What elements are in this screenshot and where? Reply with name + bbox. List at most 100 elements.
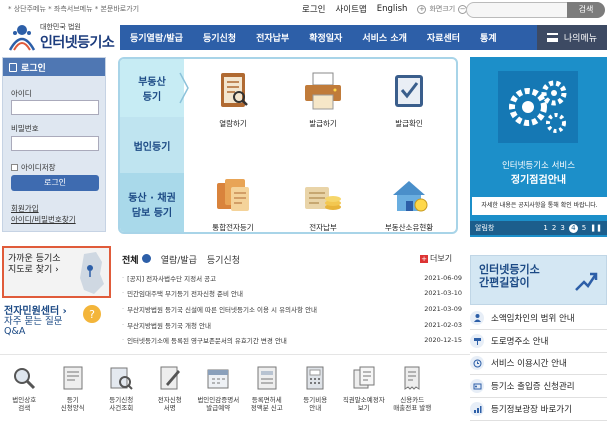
search-button[interactable]: 검색 [567,2,605,18]
nav-item-payment[interactable]: 전자납부 [246,31,299,44]
more-label: 더보기 [430,254,453,263]
notice-title[interactable]: 부산지방법원 등기국 신설에 따른 인터넷등기소 이용 시 유의사항 안내 [127,304,412,314]
notice-item[interactable]: · 인터넷등기소에 등록된 영구보존문서의 유효기간 변경 안내 2020-12-1… [122,332,462,348]
nav-item-fixed-date[interactable]: 확정일자 [299,31,352,44]
checkbox-icon[interactable] [11,164,18,171]
page-dot[interactable]: 3 [560,224,564,232]
category-label: 법인등기 [133,141,171,153]
nav-item-resources[interactable]: 자료센터 [417,31,470,44]
nav-item-view-issue[interactable]: 등기열람/발급 [120,31,193,44]
tab-all[interactable]: 전체 [122,253,151,266]
folders-icon [217,179,249,211]
guide-banner[interactable]: 인터넷등기소 간편길잡이 [470,255,607,305]
notice-item[interactable]: · 부산지방법원 등기국 개청 안내 2021-02-03 [122,317,462,333]
more-link[interactable]: + 더보기 [420,253,452,264]
signup-link[interactable]: 회원가입 [11,203,76,214]
service-e-payment[interactable]: 전자납부 [288,173,358,232]
service-banner[interactable]: 인터넷등기소 서비스 정기점검안내 자세한 내용은 공지사항을 통해 확인 바랍… [470,57,607,237]
quick-link-hours[interactable]: 서비스 이용시간 안내 [470,353,607,376]
login-button[interactable]: 로그인 [11,175,99,191]
shortcut-label: 신청양식 [60,404,85,412]
skip-links[interactable]: * 상단주메뉴 * 좌측서브메뉴 * 본문바로가기 [8,4,139,14]
service-label: 부동산소유현황 [384,223,434,232]
utility-links: 로그인 사이트맵 English + 화면크기 − [302,3,468,15]
password-field[interactable] [11,136,99,151]
nearby-line2: 지도로 찾기 › [8,265,59,275]
notice-title[interactable]: 민간임대주택 부기등기 전자신청 준비 안내 [127,288,412,298]
shortcut-label: 매출전표 발행 [393,404,432,412]
service-verify[interactable]: 발급확인 [374,69,444,129]
notice-title[interactable]: [공지] 전자사법수단 지정서 공고 [127,273,412,283]
category-corporate[interactable]: 법인등기 [120,117,184,173]
quick-link-label: 등기소 출입증 신청관리 [491,382,575,393]
shortcut-label: 안내 [309,404,322,412]
shortcut-label: 등기 [66,396,79,404]
quick-link-tenant[interactable]: 소액임차인의 범위 안내 [470,307,607,330]
nearby-line1: 가까운 등기소 [8,254,61,264]
nav-item-service-intro[interactable]: 서비스 소개 [352,31,417,44]
quick-link-label: 서비스 이용시간 안내 [491,359,567,370]
banner-line2: 정기점검안내 [510,175,567,186]
shortcut-card-receipt[interactable]: 신용카드 매출전표 발행 [388,364,437,412]
korea-map-icon [80,252,104,294]
notice-item[interactable]: · 부산지방법원 등기국 신설에 따른 인터넷등기소 이용 시 유의사항 안내 20… [122,301,462,317]
page-dot-active[interactable]: 4 [568,223,578,233]
shortcut-label: 발급예약 [206,404,231,412]
notice-item[interactable]: · [공지] 전자사법수단 지정서 공고 2021-06-09 [122,270,462,286]
find-account-link[interactable]: 아이디/비밀번호찾기 [11,214,76,225]
receipt-icon [404,366,420,390]
category-movables[interactable]: 동산 · 채권 담보 등기 [120,173,184,232]
shortcut-registration-tax[interactable]: 등록면허세 정액분 신고 [243,364,292,412]
page-dot[interactable]: 2 [552,224,556,232]
site-logo[interactable]: 대한민국 법원 인터넷등기소 [6,20,116,56]
quick-link-access-pass[interactable]: 등기소 출입증 신청관리 [470,375,607,399]
shortcut-label: 직권말소예정자 [342,396,385,404]
category-real-estate[interactable]: 부동산 등기 [120,59,184,117]
login-header: 로그인 [3,58,105,76]
nearby-office-map[interactable]: 가까운 등기소 지도로 찾기 › [2,246,111,298]
hamburger-icon [546,33,558,42]
tab-label: 전체 [122,256,139,266]
active-dot-icon [141,254,151,263]
shortcut-forms[interactable]: 등기 신청양식 [49,364,98,412]
shortcut-label: 보기 [357,404,370,412]
page-dot[interactable]: 1 [543,224,547,232]
logo-title: 인터넷등기소 [40,35,115,51]
calendar-icon [207,369,229,389]
service-ownership[interactable]: 부동산소유현황 [374,173,444,232]
shortcut-label: 서명 [163,404,176,412]
save-id-checkbox[interactable]: 아이디저장 [11,162,56,173]
notice-title[interactable]: 인터넷등기소에 등록된 영구보존문서의 유효기간 변경 안내 [127,335,412,345]
quick-link-label: 도로명주소 안내 [491,336,549,347]
tab-apply[interactable]: 등기신청 [207,253,240,266]
quick-link-data-plaza[interactable]: 등기정보광장 바로가기 [470,398,607,421]
shortcut-corp-name-search[interactable]: 법인상호 검색 [0,364,49,412]
my-menu-button[interactable]: 나의메뉴 [536,25,607,50]
page-dot[interactable]: 5 [582,224,586,232]
notice-item[interactable]: · 민간임대주택 부기등기 전자신청 준비 안내 2021-03-10 [122,286,462,302]
shortcut-fee-guide[interactable]: 등기비용 안내 [291,364,340,412]
case-lookup-icon [110,367,133,390]
pause-icon[interactable]: ❚❚ [590,224,602,232]
shortcut-case-search[interactable]: 등기신청 사건조회 [97,364,146,412]
nav-item-statistics[interactable]: 통계 [470,31,507,44]
zoom-in-icon[interactable]: + [417,4,427,14]
signpost-icon [470,333,484,348]
chart-icon [470,402,484,417]
service-integrated[interactable]: 통합전자등기 [198,173,268,232]
quick-links: 소액임차인의 범위 안내 도로명주소 안내 서비스 이용시간 안내 등기소 출입… [470,307,607,421]
shortcut-e-signature[interactable]: 전자신청 서명 [146,364,195,412]
shortcut-label: 등록면허세 [251,396,282,404]
service-view[interactable]: 열람하기 [198,69,268,129]
shortcut-ex-officio[interactable]: 직권말소예정자 보기 [340,364,389,412]
notice-title[interactable]: 부산지방법원 등기국 개청 안내 [127,320,412,330]
service-issue[interactable]: 발급하기 [288,69,358,129]
login-link[interactable]: 로그인 [302,3,325,15]
tab-view-issue[interactable]: 열람/발급 [161,253,197,266]
quick-link-road-address[interactable]: 도로명주소 안내 [470,330,607,353]
shortcut-seal-certificate[interactable]: 법인인감증명서 발급예약 [194,364,243,412]
nav-item-apply[interactable]: 등기신청 [193,31,246,44]
english-link[interactable]: English [377,4,408,14]
id-field[interactable] [11,100,99,115]
sitemap-link[interactable]: 사이트맵 [335,3,366,15]
